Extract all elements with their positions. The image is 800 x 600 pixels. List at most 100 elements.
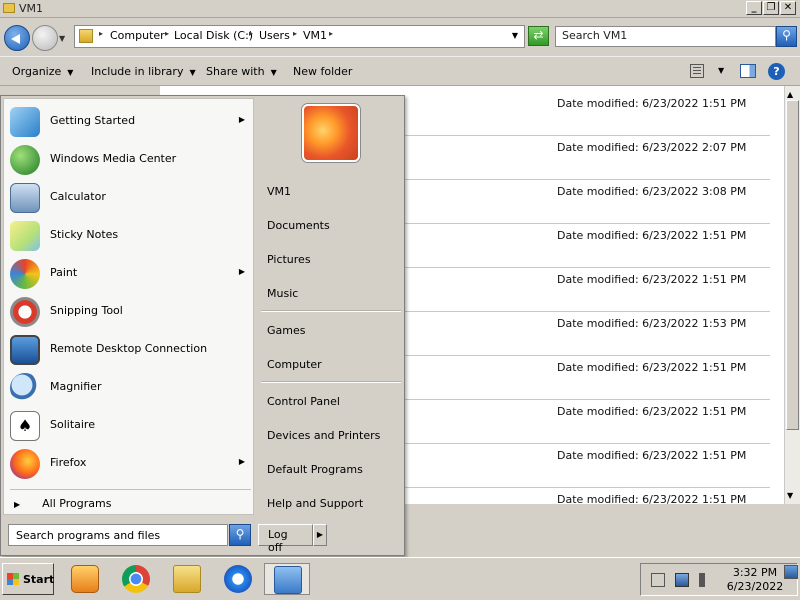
- back-button[interactable]: [4, 25, 30, 51]
- all-programs-button[interactable]: ▶ All Programs: [14, 497, 111, 510]
- share-with-menu[interactable]: Share with ▼: [206, 65, 277, 78]
- program-remote-desktop[interactable]: Remote Desktop Connection: [4, 331, 255, 369]
- submenu-arrow-icon: ▶: [238, 115, 245, 124]
- places-pictures[interactable]: Pictures: [267, 253, 311, 266]
- places-help-support[interactable]: Help and Support: [267, 497, 363, 510]
- system-clock[interactable]: 3:32 PM 6/23/2022: [725, 566, 785, 594]
- folder-icon: [3, 3, 15, 13]
- vertical-scrollbar[interactable]: ▲ ▼: [784, 86, 800, 504]
- file-date-modified: Date modified: 6/23/2022 1:51 PM: [557, 273, 747, 286]
- clock-time: 3:32 PM: [732, 566, 778, 579]
- search-input[interactable]: Search VM1: [555, 26, 776, 47]
- network-icon[interactable]: [675, 573, 689, 587]
- program-paint[interactable]: Paint ▶: [4, 255, 255, 293]
- volume-icon[interactable]: [699, 573, 713, 587]
- program-sticky-notes[interactable]: Sticky Notes: [4, 217, 255, 255]
- internet-explorer-icon: [224, 565, 252, 593]
- breadcrumb-local-disk[interactable]: Local Disk (C:): [174, 29, 253, 42]
- taskbar-control-panel[interactable]: [264, 563, 310, 595]
- program-firefox[interactable]: Firefox ▶: [4, 445, 255, 483]
- submenu-arrow-icon: ▶: [238, 457, 245, 466]
- places-user-folder[interactable]: VM1: [267, 185, 291, 198]
- media-center-icon: [10, 145, 40, 175]
- places-default-programs[interactable]: Default Programs: [267, 463, 363, 476]
- taskbar: Start 3:32 PM 6/23/2022: [0, 557, 800, 600]
- chrome-icon: [122, 565, 150, 593]
- breadcrumb-vm1[interactable]: VM1: [303, 29, 327, 42]
- paint-icon: [10, 259, 40, 289]
- places-computer[interactable]: Computer: [267, 358, 322, 371]
- places-documents[interactable]: Documents: [267, 219, 330, 232]
- clock-date: 6/23/2022: [726, 580, 784, 593]
- file-date-modified: Date modified: 6/23/2022 2:07 PM: [557, 141, 747, 154]
- scroll-up-arrow[interactable]: ▲: [787, 90, 793, 99]
- start-button[interactable]: Start: [2, 563, 54, 595]
- programs-list: Getting Started ▶ Windows Media Center C…: [3, 98, 254, 515]
- search-icon[interactable]: ⚲: [229, 524, 251, 546]
- close-button[interactable]: ✕: [780, 1, 796, 15]
- file-date-modified: Date modified: 6/23/2022 3:08 PM: [557, 185, 747, 198]
- taskbar-explorer[interactable]: [164, 563, 210, 595]
- program-windows-media-center[interactable]: Windows Media Center: [4, 141, 255, 179]
- solitaire-icon: ♠: [10, 411, 40, 441]
- recent-pages-dropdown[interactable]: ▼: [59, 34, 65, 43]
- forward-button[interactable]: [32, 25, 58, 51]
- breadcrumb-users[interactable]: Users: [259, 29, 290, 42]
- submenu-arrow-icon: ▶: [238, 267, 245, 276]
- program-magnifier[interactable]: Magnifier: [4, 369, 255, 407]
- file-date-modified: Date modified: 6/23/2022 1:51 PM: [557, 449, 747, 462]
- shutdown-options-arrow[interactable]: ▶: [313, 524, 327, 546]
- user-picture-avatar[interactable]: [302, 104, 360, 162]
- view-options-icon[interactable]: [690, 64, 704, 78]
- places-games[interactable]: Games: [267, 324, 305, 337]
- navigation-bar: ▼ ▸ Computer ▸ Local Disk (C:) ▸ Users ▸…: [0, 19, 800, 53]
- refresh-button[interactable]: ⇄: [528, 26, 549, 46]
- places-devices-printers[interactable]: Devices and Printers: [267, 429, 380, 442]
- new-folder-button[interactable]: New folder: [293, 65, 352, 78]
- divider: [261, 381, 401, 382]
- search-programs-input[interactable]: Search programs and files: [8, 524, 228, 546]
- search-icon[interactable]: ⚲: [776, 26, 797, 47]
- file-date-modified: Date modified: 6/23/2022 1:51 PM: [557, 97, 747, 110]
- window-title: VM1: [19, 2, 44, 15]
- view-dropdown[interactable]: ▼: [718, 66, 724, 75]
- start-menu: Getting Started ▶ Windows Media Center C…: [0, 95, 405, 556]
- program-solitaire[interactable]: ♠ Solitaire: [4, 407, 255, 445]
- windows-logo-icon: [7, 573, 19, 585]
- address-dropdown[interactable]: ▼: [512, 31, 518, 40]
- show-desktop-button[interactable]: [784, 565, 798, 579]
- magnifier-icon: [10, 373, 40, 403]
- program-snipping-tool[interactable]: Snipping Tool: [4, 293, 255, 331]
- action-center-flag-icon[interactable]: [651, 573, 665, 587]
- notification-area: 3:32 PM 6/23/2022: [640, 563, 798, 596]
- triangle-right-icon: ▶: [14, 500, 21, 509]
- scroll-down-arrow[interactable]: ▼: [787, 491, 793, 500]
- breadcrumb-computer[interactable]: Computer: [110, 29, 165, 42]
- divider: [261, 310, 401, 311]
- program-getting-started[interactable]: Getting Started ▶: [4, 103, 255, 141]
- help-icon[interactable]: ?: [768, 63, 785, 80]
- media-player-icon: [71, 565, 99, 593]
- address-bar[interactable]: ▸ Computer ▸ Local Disk (C:) ▸ Users ▸ V…: [74, 25, 525, 48]
- minimize-button[interactable]: _: [746, 1, 762, 15]
- log-off-button[interactable]: Log off: [258, 524, 313, 554]
- places-music[interactable]: Music: [267, 287, 298, 300]
- sticky-notes-icon: [10, 221, 40, 251]
- taskbar-chrome[interactable]: [113, 563, 159, 595]
- taskbar-internet-explorer[interactable]: [215, 563, 261, 595]
- divider: [10, 489, 251, 490]
- taskbar-media-player[interactable]: [62, 563, 108, 595]
- program-calculator[interactable]: Calculator: [4, 179, 255, 217]
- preview-pane-icon[interactable]: [740, 64, 756, 78]
- scroll-thumb[interactable]: [786, 100, 799, 430]
- restore-button[interactable]: ❐: [763, 1, 779, 15]
- control-panel-icon: [274, 566, 302, 594]
- places-control-panel[interactable]: Control Panel: [267, 395, 340, 408]
- include-in-library-menu[interactable]: Include in library ▼: [91, 65, 196, 78]
- getting-started-icon: [10, 107, 40, 137]
- file-date-modified: Date modified: 6/23/2022 1:53 PM: [557, 317, 747, 330]
- file-date-modified: Date modified: 6/23/2022 1:51 PM: [557, 229, 747, 242]
- file-date-modified: Date modified: 6/23/2022 1:51 PM: [557, 405, 747, 418]
- calculator-icon: [10, 183, 40, 213]
- organize-menu[interactable]: Organize ▼: [12, 65, 73, 78]
